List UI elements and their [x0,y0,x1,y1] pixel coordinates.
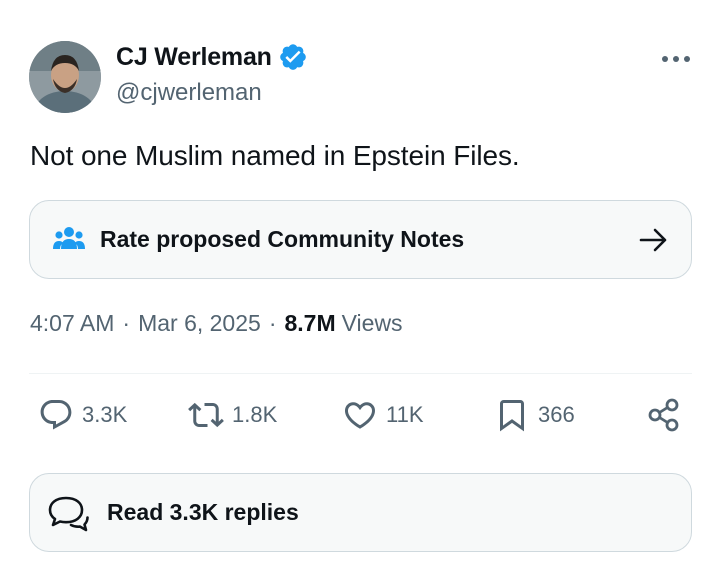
chat-bubbles-icon [48,496,89,532]
tweet-meta: 4:07 AM · Mar 6, 2025 · 8.7M Views [30,310,403,337]
verified-badge-icon [279,44,306,70]
meta-separator: · [268,310,277,336]
avatar[interactable] [29,41,101,113]
share-button[interactable] [646,395,682,435]
author-name-row[interactable]: CJ Werleman [116,42,308,72]
meta-separator: · [122,310,131,336]
like-button[interactable]: 11K [342,395,424,435]
tweet-time[interactable]: 4:07 AM [30,310,114,337]
divider [29,373,692,374]
bookmark-icon [500,400,524,432]
community-notes-label: Rate proposed Community Notes [100,226,465,252]
more-options-icon [662,56,690,62]
repost-button[interactable]: 1.8K [188,395,277,435]
repost-icon [188,402,224,428]
community-notes-icon [53,227,85,249]
author-handle[interactable]: @cjwerleman [116,79,262,107]
heart-icon [344,402,376,429]
read-replies-label: Read 3.3K replies [107,499,299,525]
views-count: 8.7M [284,310,336,336]
more-options-button[interactable] [658,47,694,71]
reply-count: 3.3K [82,402,128,427]
rate-community-notes-button[interactable]: Rate proposed Community Notes [29,200,692,279]
arrow-right-icon [639,228,667,252]
repost-count: 1.8K [232,402,278,427]
like-count: 11K [386,402,424,427]
tweet-date[interactable]: Mar 6, 2025 [138,310,261,337]
avatar-image [29,41,101,113]
bookmark-count: 366 [538,402,575,427]
author-name[interactable]: CJ Werleman [116,43,272,72]
reply-button[interactable]: 3.3K [38,395,127,435]
read-replies-button[interactable]: Read 3.3K replies [29,473,692,552]
tweet-text: Not one Muslim named in Epstein Files. [30,140,520,171]
reply-icon [40,400,72,430]
bookmark-button[interactable]: 366 [494,395,575,435]
views-label: Views [341,310,403,336]
share-icon [648,398,679,432]
